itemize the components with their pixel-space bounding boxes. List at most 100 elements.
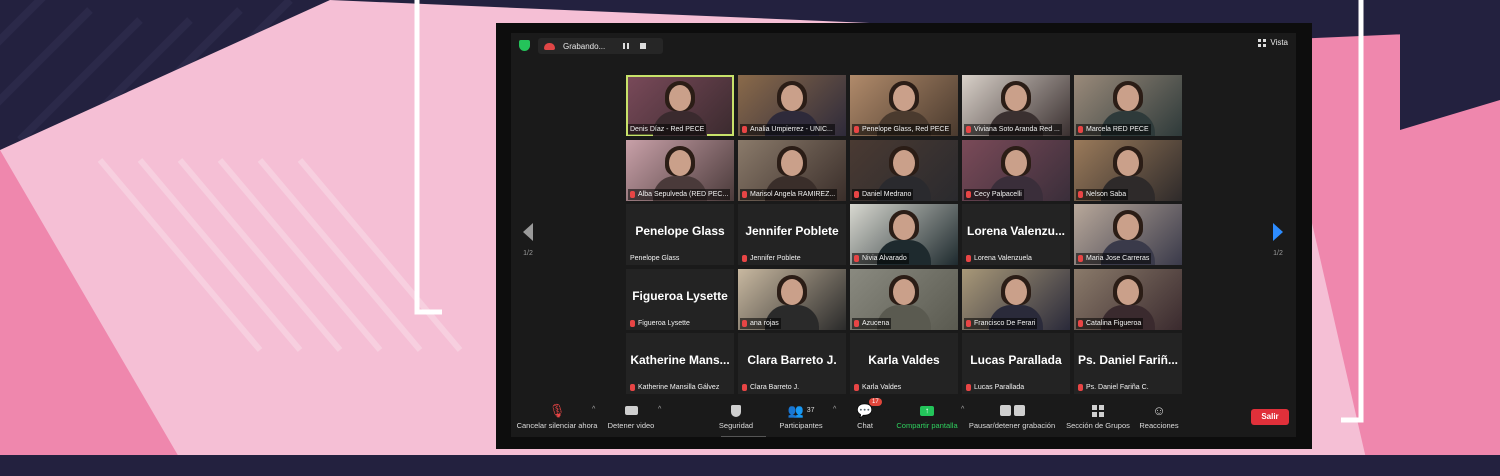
participant-name: Marisol Angela RAMIREZ... [750,190,836,198]
participant-tile[interactable]: Clara Barreto J. Clara Barreto J. [738,333,846,394]
participant-name-label: Ps. Daniel Fariña C. [1076,382,1151,393]
page-indicator-left: 1/2 [523,250,533,257]
stop-recording-icon[interactable] [640,43,646,49]
participant-name: Ps. Daniel Fariña C. [1086,384,1149,391]
participant-tile[interactable]: Katherine Mans... Katherine Mansilla Gálv… [626,333,734,394]
participant-tile[interactable]: ana rojas [738,268,846,330]
participant-name-label: Penelope Glass, Red PECE [852,124,952,135]
participant-name: Lorena Valenzuela [974,255,1032,262]
participant-display-name: Ps. Daniel Fariñ... [1077,353,1179,367]
participant-name: Maria Jose Carreras [1086,255,1150,262]
participant-name: Azucena [862,319,890,327]
participant-tile[interactable]: Penelope Glass Penelope Glass [626,204,734,265]
pause-recording-icon[interactable] [623,43,629,49]
participant-name: Katherine Mansilla Gálvez [638,384,720,391]
mic-muted-icon [1078,126,1083,133]
leave-button[interactable]: Salir [1251,409,1289,425]
mic-muted-icon [966,319,971,327]
participant-video-face [1117,149,1139,176]
participant-name: Clara Barreto J. [750,384,800,391]
participant-tile[interactable]: Azucena [850,268,958,330]
participant-tile[interactable]: Ps. Daniel Fariñ... Ps. Daniel Fariña C. [1074,333,1182,394]
participant-tile[interactable]: Figueroa Lysette Figueroa Lysette [626,268,734,330]
previous-page-button[interactable] [523,223,533,241]
participant-name-label: Daniel Medrano [852,188,914,200]
next-page-button[interactable] [1273,223,1283,241]
participant-display-name: Figueroa Lysette [632,288,728,303]
participant-tile[interactable]: Lorena Valenzu... Lorena Valenzuela [962,204,1070,265]
video-camera-icon: ^ [586,402,676,419]
participant-name: Viviana Soto Aranda Red ... [974,126,1060,133]
stop-video-button[interactable]: ^ Detener video [586,402,676,430]
share-screen-label: Compartir pantalla [896,421,958,430]
mic-muted-icon [854,319,859,327]
participant-name-label: Clara Barreto J. [740,382,801,393]
participant-name: Alba Sepulveda (RED PEC... [638,190,729,198]
pause-stop-recording-label: Pausar/detener grabación [968,421,1056,430]
participant-video-face [1117,278,1139,305]
mic-muted-icon [1078,190,1083,198]
participant-tile[interactable]: Nivia Alvarado [850,204,958,265]
participant-tile[interactable]: Karla Valdes Karla Valdes [850,333,958,394]
participant-name-label: Marisol Angela RAMIREZ... [740,188,838,200]
participant-name: Lucas Parallada [974,384,1025,391]
smiley-icon: ☺ [1152,403,1166,418]
reactions-button[interactable]: ☺ Reacciones [1114,402,1204,430]
participant-tile[interactable]: Cecy Palpacelli [962,139,1070,201]
participant-video-face [669,149,691,176]
participant-display-name: Lucas Parallada [970,353,1062,367]
participant-display-name: Penelope Glass [635,224,725,238]
participant-tile[interactable]: Catalina Figueroa [1074,268,1182,330]
participant-display-name: Lorena Valenzu... [966,224,1066,238]
participant-tile[interactable]: Viviana Soto Aranda Red ... [962,75,1070,136]
participant-tile[interactable]: Maria Jose Carreras [1074,204,1182,265]
participant-tile[interactable]: Denis Díaz - Red PECE [626,75,734,136]
participant-name: Marcela RED PECE [1086,126,1149,133]
participant-name: Daniel Medrano [862,190,912,198]
cloud-record-icon [544,42,555,50]
participant-name-label: Figueroa Lysette [628,318,692,329]
participant-name: Cecy Palpacelli [974,190,1022,198]
participant-video-face [1117,85,1139,111]
participant-name-label: Lucas Parallada [964,382,1026,393]
participant-name: Analia Umpierrez - UNIC... [750,126,833,133]
participant-tile[interactable]: Marcela RED PECE [1074,75,1182,136]
participant-tile[interactable]: Nelson Saba [1074,139,1182,201]
participants-count: 37 [806,407,815,414]
zoom-meeting-window: Grabando... Vista 1/2 1/2 Denis Díaz - R… [511,33,1296,437]
participant-tile[interactable]: Marisol Angela RAMIREZ... [738,139,846,201]
participant-tile[interactable]: Lucas Parallada Lucas Parallada [962,333,1070,394]
share-screen-button[interactable]: ↑ ^ Compartir pantalla [882,402,972,430]
view-button[interactable]: Vista [1258,38,1288,47]
participant-name: Nivia Alvarado [862,255,907,262]
participant-video-face [893,214,915,240]
participant-tile[interactable]: Alba Sepulveda (RED PEC... [626,139,734,201]
recording-label: Grabando... [563,41,606,51]
participant-name-label: Karla Valdes [852,382,903,393]
participant-tile[interactable]: Jennifer Poblete Jennifer Poblete [738,204,846,265]
participant-video-face [1117,214,1139,240]
participant-tile[interactable]: Francisco De Ferari [962,268,1070,330]
participant-display-name: Katherine Mans... [630,353,730,367]
mic-muted-icon [854,384,859,391]
participant-video-face [1005,149,1027,176]
participant-name: Figueroa Lysette [638,319,690,327]
participant-tile[interactable]: Penelope Glass, Red PECE [850,75,958,136]
participant-name-label: Katherine Mansilla Gálvez [628,382,721,393]
shield-icon[interactable] [519,40,530,51]
mic-muted-icon [1078,384,1083,391]
participant-video-face [893,85,915,111]
participant-name: ana rojas [750,319,779,327]
toolbar-divider [721,436,766,437]
participant-tile[interactable]: Analia Umpierrez - UNIC... [738,75,846,136]
pause-stop-recording-button[interactable]: Pausar/detener grabación [967,402,1057,430]
participant-name-label: Penelope Glass [628,253,681,264]
participant-name: Karla Valdes [862,384,902,391]
participant-name: Penelope Glass [630,255,680,262]
participant-name: Penelope Glass, Red PECE [862,126,950,133]
participant-name-label: Azucena [852,317,892,329]
participant-tile[interactable]: Daniel Medrano [850,139,958,201]
arrow-right-icon [1273,223,1283,241]
participant-name-label: Nivia Alvarado [852,253,909,264]
participant-video-face [893,278,915,305]
